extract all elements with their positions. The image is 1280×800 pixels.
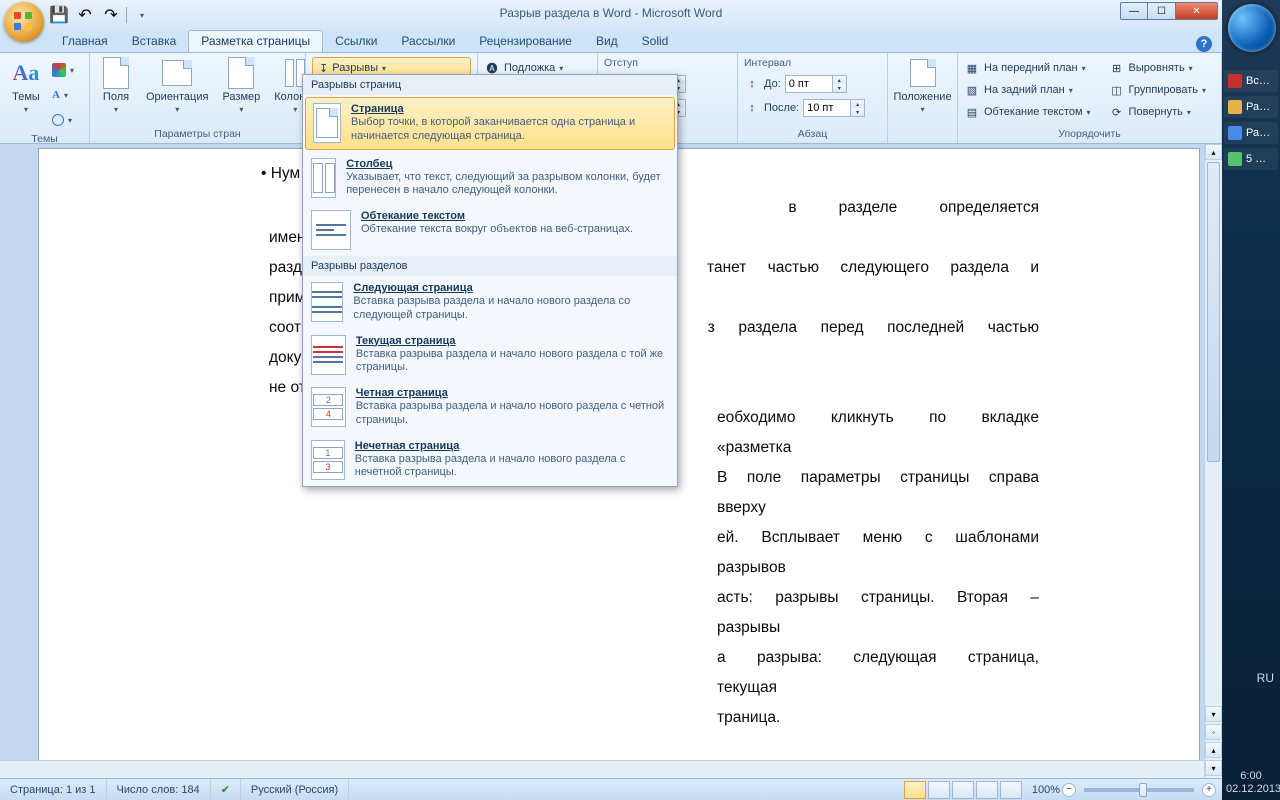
view-outline[interactable] [976,781,998,799]
rotate-button[interactable]: ⟳Повернуть▾ [1109,101,1207,123]
group-arrange: ▦На передний план▾ ▧На задний план▾ ▤Обт… [958,53,1222,143]
word-window: 💾 ↶ ↷ ▾ Разрыв раздела в Word - Microsof… [0,0,1222,800]
break-textwrap-item[interactable]: Обтекание текстомОбтекание текста вокруг… [303,204,677,256]
position-button[interactable]: Положение▾ [894,55,951,116]
zoom-slider[interactable] [1084,788,1194,792]
tab-home[interactable]: Главная [50,31,120,52]
tab-view[interactable]: Вид [584,31,630,52]
taskbar-item[interactable]: Ра… [1224,122,1278,144]
space-after-spinner[interactable]: ▴▾ [803,99,865,117]
maximize-button[interactable]: ☐ [1148,2,1176,20]
group-button[interactable]: ◫Группировать▾ [1109,79,1207,101]
taskbar-item[interactable]: Ра… [1224,96,1278,118]
space-after-icon: ↕ [744,100,760,116]
zoom-value[interactable]: 100% [1032,784,1060,796]
tray-clock[interactable]: 6:0002.12.2013 [1226,770,1276,800]
view-draft[interactable] [1000,781,1022,799]
office-button[interactable] [4,2,44,42]
send-back-button[interactable]: ▧На задний план▾ [964,79,1091,101]
zoom-out[interactable]: − [1062,783,1076,797]
margins-button[interactable]: Поля▾ [96,55,136,116]
status-words[interactable]: Число слов: 184 [107,779,211,800]
text-wrap-button[interactable]: ▤Обтекание текстом▾ [964,101,1091,123]
orientation-button[interactable]: Ориентация▾ [142,55,212,116]
tab-page-layout[interactable]: Разметка страницы [188,30,323,52]
tab-solid[interactable]: Solid [630,31,681,52]
taskbar-item[interactable]: 5 … [1224,148,1278,170]
minimize-button[interactable]: — [1120,2,1148,20]
view-print-layout[interactable] [904,781,926,799]
tray-language[interactable]: RU [1257,671,1274,685]
status-bar: Страница: 1 из 1 Число слов: 184 ✔ Русск… [0,778,1222,800]
space-before-icon: ↕ [744,76,760,92]
start-orb[interactable] [1228,4,1276,52]
themes-button[interactable]: Aa Темы▾ [6,55,46,116]
align-button[interactable]: ⊞Выровнять▾ [1109,57,1207,79]
group-position: Положение▾ [888,53,958,143]
theme-effects[interactable]: ▾ [52,109,74,131]
status-page[interactable]: Страница: 1 из 1 [0,779,107,800]
break-next-page-item[interactable]: Следующая страницаВставка разрыва раздел… [303,276,677,329]
break-page-item[interactable]: СтраницаВыбор точки, в которой заканчива… [305,97,675,150]
breaks-dropdown: Разрывы страниц СтраницаВыбор точки, в к… [302,74,678,487]
view-full-screen[interactable] [928,781,950,799]
tab-review[interactable]: Рецензирование [467,31,584,52]
break-continuous-item[interactable]: Текущая страницаВставка разрыва раздела … [303,329,677,382]
dropdown-section: Разрывы разделов [303,256,677,276]
titlebar: 💾 ↶ ↷ ▾ Разрыв раздела в Word - Microsof… [0,0,1222,30]
breaks-icon: ↧ [319,62,328,75]
taskbar-item[interactable]: Вс… [1224,70,1278,92]
ribbon-tabs: Главная Вставка Разметка страницы Ссылки… [0,30,1222,52]
break-even-page-item[interactable]: 24 Четная страницаВставка разрыва раздел… [303,381,677,434]
group-themes: Aa Темы▾ ▾ A▾ ▾ Темы [0,53,90,143]
break-odd-page-item[interactable]: 13 Нечетная страницаВставка разрыва разд… [303,434,677,487]
bring-front-button[interactable]: ▦На передний план▾ [964,57,1091,79]
vertical-scrollbar[interactable]: ▴ ▾ ◦ ▴ ▾ [1204,144,1222,778]
size-button[interactable]: Размер▾ [218,55,264,116]
status-proofing[interactable]: ✔ [211,779,241,800]
tab-mailings[interactable]: Рассылки [389,31,467,52]
group-spacing: Интервал ↕До: ▴▾ ↕После: ▴▾ Абзац [738,53,888,143]
tab-insert[interactable]: Вставка [120,31,189,52]
view-web[interactable] [952,781,974,799]
zoom-in[interactable]: + [1202,783,1216,797]
horizontal-scrollbar[interactable] [0,760,1204,778]
theme-fonts[interactable]: A▾ [52,84,74,106]
window-title: Разрыв раздела в Word - Microsoft Word [0,6,1222,20]
win7-taskbar: Вс… Ра… Ра… 5 … RU 6:0002.12.2013 [1222,0,1280,800]
close-button[interactable]: ✕ [1176,2,1218,20]
tab-references[interactable]: Ссылки [323,31,389,52]
help-icon[interactable]: ? [1196,36,1212,52]
dropdown-section: Разрывы страниц [303,75,677,95]
break-column-item[interactable]: СтолбецУказывает, что текст, следующий з… [303,152,677,205]
group-page-setup: Поля▾ Ориентация▾ Размер▾ Колонки▾ Парам… [90,53,306,143]
theme-colors[interactable]: ▾ [52,59,74,81]
space-before-spinner[interactable]: ▴▾ [785,75,847,93]
status-language[interactable]: Русский (Россия) [241,779,349,800]
